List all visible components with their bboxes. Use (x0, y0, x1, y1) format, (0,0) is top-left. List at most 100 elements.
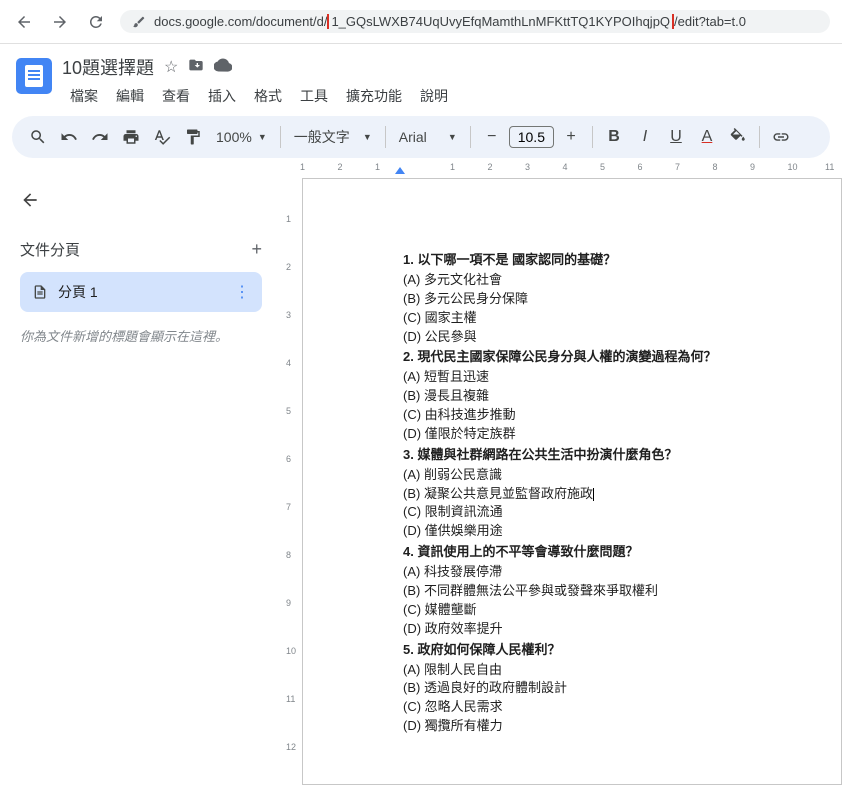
question-option[interactable]: (B) 凝聚公共意見並監督政府施政 (403, 485, 791, 504)
star-icon[interactable]: ☆ (164, 57, 178, 77)
question-title[interactable]: 4. 資訊使用上的不平等會導致什麼問題？ (403, 541, 791, 560)
question-option[interactable]: (C) 由科技進步推動 (403, 406, 791, 425)
forward-button[interactable] (48, 10, 72, 34)
fontsize-increase-button[interactable]: + (557, 123, 585, 151)
question-title[interactable]: 5. 政府如何保障人民權利？ (403, 639, 791, 658)
spellcheck-button[interactable] (148, 123, 176, 151)
font-dropdown[interactable]: Arial▼ (393, 123, 463, 151)
document-page[interactable]: 1. 以下哪一項不是 國家認同的基礎？ (A) 多元文化社會(B) 多元公民身分保… (302, 178, 842, 785)
outline-hint: 你為文件新增的標題會顯示在這裡。 (20, 326, 262, 345)
ruler-tick: 1 (286, 214, 291, 224)
cloud-status-icon[interactable] (214, 56, 232, 79)
toolbar: 100%▼ 一般文字▼ Arial▼ − 10.5 + B I U A (12, 116, 830, 158)
question-title[interactable]: 1. 以下哪一項不是 國家認同的基礎？ (403, 249, 791, 268)
highlight-color-button[interactable] (724, 123, 752, 151)
tab-more-button[interactable]: ⋮ (234, 282, 250, 302)
print-button[interactable] (117, 123, 145, 151)
paragraph-style-dropdown[interactable]: 一般文字▼ (288, 123, 378, 151)
document-tab-1[interactable]: 分頁 1 ⋮ (20, 272, 262, 312)
address-bar[interactable]: docs.google.com/document/d/1_GQsLWXB74Uq… (120, 10, 830, 33)
menu-bar: 檔案 編輯 查看 插入 格式 工具 擴充功能 說明 (62, 82, 826, 110)
italic-button[interactable]: I (631, 123, 659, 151)
browser-nav-bar: docs.google.com/document/d/1_GQsLWXB74Uq… (0, 0, 842, 44)
question-option[interactable]: (C) 限制資訊流通 (403, 503, 791, 522)
question-title[interactable]: 2. 現代民主國家保障公民身分與人權的演變過程為何？ (403, 346, 791, 365)
question-option[interactable]: (A) 限制人民自由 (403, 661, 791, 680)
question-option[interactable]: (D) 獨攬所有權力 (403, 717, 791, 736)
add-tab-button[interactable]: + (251, 239, 262, 260)
ruler-tick: 1 (450, 162, 455, 172)
zoom-dropdown[interactable]: 100%▼ (210, 123, 273, 151)
url-text: docs.google.com/document/d/1_GQsLWXB74Uq… (154, 14, 746, 29)
question-option[interactable]: (D) 僅限於特定族群 (403, 425, 791, 444)
sidebar-back-button[interactable] (20, 190, 262, 215)
question-option[interactable]: (D) 公民參與 (403, 328, 791, 347)
bold-button[interactable]: B (600, 123, 628, 151)
reload-button[interactable] (84, 10, 108, 34)
question-option[interactable]: (A) 科技發展停滯 (403, 563, 791, 582)
indent-marker[interactable] (395, 167, 405, 174)
menu-view[interactable]: 查看 (154, 82, 198, 110)
search-menus-button[interactable] (24, 123, 52, 151)
underline-button[interactable]: U (662, 123, 690, 151)
question-option[interactable]: (A) 多元文化社會 (403, 271, 791, 290)
ruler-tick: 7 (675, 162, 680, 172)
question-option[interactable]: (C) 媒體壟斷 (403, 601, 791, 620)
ruler-tick: 2 (286, 262, 291, 272)
ruler-tick: 1 (375, 162, 380, 172)
question-option[interactable]: (B) 不同群體無法公平參與或發聲來爭取權利 (403, 582, 791, 601)
undo-button[interactable] (55, 123, 83, 151)
menu-file[interactable]: 檔案 (62, 82, 106, 110)
vertical-ruler[interactable]: 123456789101112 (282, 174, 302, 785)
menu-insert[interactable]: 插入 (200, 82, 244, 110)
move-icon[interactable] (188, 57, 204, 78)
ruler-tick: 9 (750, 162, 755, 172)
question-option[interactable]: (B) 透過良好的政府體制設計 (403, 679, 791, 698)
outline-sidebar: 文件分頁 + 分頁 1 ⋮ 你為文件新增的標題會顯示在這裡。 (0, 174, 282, 785)
question-option[interactable]: (C) 國家主權 (403, 309, 791, 328)
ruler-tick: 4 (563, 162, 568, 172)
ruler-tick: 11 (825, 162, 834, 172)
question-option[interactable]: (D) 僅供娛樂用途 (403, 522, 791, 541)
question-title[interactable]: 3. 媒體與社群網路在公共生活中扮演什麼角色？ (403, 444, 791, 463)
fontsize-decrease-button[interactable]: − (478, 123, 506, 151)
ruler-tick: 5 (600, 162, 605, 172)
menu-format[interactable]: 格式 (246, 82, 290, 110)
redo-button[interactable] (86, 123, 114, 151)
site-info-icon (132, 15, 146, 29)
ruler-tick: 1 (300, 162, 305, 172)
outline-title: 文件分頁 (20, 239, 80, 260)
text-color-button[interactable]: A (693, 123, 721, 151)
ruler-tick: 11 (286, 694, 295, 704)
menu-extensions[interactable]: 擴充功能 (338, 82, 410, 110)
ruler-tick: 10 (788, 162, 798, 172)
horizontal-ruler[interactable]: 1211234567891011 (300, 158, 842, 174)
tab-label: 分頁 1 (58, 282, 98, 302)
ruler-tick: 3 (286, 310, 291, 320)
fontsize-input[interactable]: 10.5 (509, 126, 554, 148)
ruler-tick: 5 (286, 406, 291, 416)
ruler-tick: 10 (286, 646, 296, 656)
ruler-tick: 12 (286, 742, 296, 752)
question-option[interactable]: (C) 忽略人民需求 (403, 698, 791, 717)
back-button[interactable] (12, 10, 36, 34)
ruler-tick: 3 (525, 162, 530, 172)
menu-edit[interactable]: 編輯 (108, 82, 152, 110)
docs-header: 10題選擇題 ☆ 檔案 編輯 查看 插入 格式 工具 擴充功能 說明 (0, 44, 842, 110)
question-option[interactable]: (A) 削弱公民意識 (403, 466, 791, 485)
google-docs-icon[interactable] (16, 58, 52, 94)
document-title[interactable]: 10題選擇題 (62, 54, 154, 80)
menu-tools[interactable]: 工具 (292, 82, 336, 110)
insert-link-button[interactable] (767, 123, 795, 151)
question-option[interactable]: (B) 漫長且複雜 (403, 387, 791, 406)
paint-format-button[interactable] (179, 123, 207, 151)
question-option[interactable]: (D) 政府效率提升 (403, 620, 791, 639)
ruler-tick: 2 (488, 162, 493, 172)
page-icon (32, 284, 48, 300)
ruler-tick: 6 (638, 162, 643, 172)
ruler-tick: 8 (713, 162, 718, 172)
question-option[interactable]: (A) 短暫且迅速 (403, 368, 791, 387)
ruler-tick: 6 (286, 454, 291, 464)
menu-help[interactable]: 說明 (412, 82, 456, 110)
question-option[interactable]: (B) 多元公民身分保障 (403, 290, 791, 309)
